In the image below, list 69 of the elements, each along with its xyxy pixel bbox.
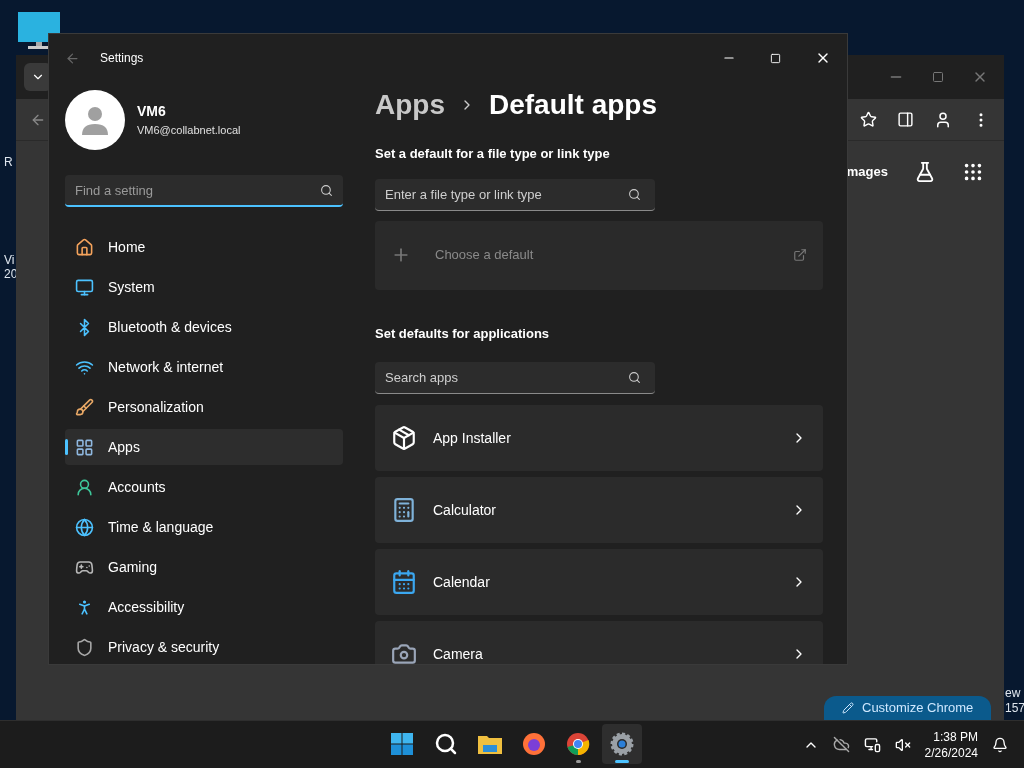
app-row[interactable]: Calculator [375, 477, 823, 543]
calendar-icon [391, 569, 417, 595]
nav-item[interactable]: Accounts [65, 469, 343, 505]
monitor-icon[interactable] [18, 12, 60, 50]
shield-icon [75, 637, 94, 657]
side-panel-icon[interactable] [897, 111, 914, 128]
app-row[interactable]: App Installer [375, 405, 823, 471]
clock-date[interactable]: 2/26/2024 [924, 744, 978, 761]
desktop-label-text: Vi [4, 253, 16, 267]
nav-item[interactable]: Gaming [65, 549, 343, 585]
customize-button[interactable]: Customize Chrome [824, 696, 992, 720]
monitor-icon [75, 277, 94, 297]
link-text[interactable]: mages [846, 162, 888, 182]
bell-icon[interactable] [992, 736, 1008, 753]
browser-globe-icon [522, 732, 546, 756]
section-heading: Set defaults for applications [375, 324, 551, 343]
desktop-label-text: R [4, 155, 14, 169]
star-icon[interactable] [860, 111, 877, 128]
nav-item[interactable]: Privacy & security [65, 629, 343, 664]
nav-item[interactable]: Accessibility [65, 589, 343, 625]
clock-time[interactable]: 1:38 PM [933, 728, 978, 745]
section-heading: Set a default for a file type or link type [375, 145, 611, 163]
apps-icon [75, 437, 94, 457]
nav-item[interactable]: Home [65, 229, 343, 265]
nav-item[interactable]: Time & language [65, 509, 343, 545]
flask-icon[interactable] [914, 161, 936, 183]
choose-default-card[interactable]: Choose a default [375, 220, 823, 290]
user-email: VM6@collabnet.local [137, 123, 241, 139]
choose-default-label: Choose a default [435, 246, 534, 265]
nav-item[interactable]: System [65, 269, 343, 305]
gear-icon [610, 732, 634, 756]
user-name: VM6 [137, 102, 167, 122]
desktop-label-text: ew [1005, 686, 1022, 701]
pencil-icon [842, 702, 854, 714]
search-field[interactable]: Find a setting [65, 175, 343, 207]
package-icon [391, 425, 417, 451]
brush-icon [75, 397, 94, 417]
search-icon [434, 732, 458, 756]
profile-icon[interactable] [934, 110, 952, 129]
search-icon [628, 187, 641, 201]
page-title: Default apps [489, 88, 658, 122]
avatar-icon [65, 90, 125, 150]
calculator-icon [391, 497, 417, 523]
nav-item[interactable]: Apps [65, 429, 343, 465]
window-title: Settings [100, 50, 144, 67]
search-icon [320, 184, 333, 197]
nav-item[interactable]: Bluetooth & devices [65, 309, 343, 345]
desktop-label-text: 157 [1005, 701, 1024, 716]
search-icon [628, 371, 641, 384]
speaker-muted-icon[interactable] [894, 736, 911, 753]
app-row[interactable]: Calendar [375, 549, 823, 615]
cloud-off-icon[interactable] [832, 736, 850, 753]
circle-logo-icon [566, 732, 590, 756]
network-icon[interactable] [863, 736, 881, 753]
taskbar-button[interactable] [602, 724, 642, 764]
folder-icon [477, 733, 503, 755]
person-icon [75, 477, 94, 497]
windows-logo-icon [390, 732, 414, 756]
nav-item[interactable]: Network & internet [65, 349, 343, 385]
app-row[interactable]: Camera [375, 621, 823, 664]
external-link-icon [793, 248, 807, 262]
camera-icon [391, 641, 417, 664]
app-search-field[interactable]: Search apps [375, 362, 655, 394]
breadcrumb-link[interactable]: Apps [375, 84, 445, 126]
home-icon [75, 237, 94, 257]
globe-icon [75, 517, 94, 537]
nav-item[interactable]: Personalization [65, 389, 343, 425]
file-type-search-field[interactable]: Enter a file type or link type [375, 178, 655, 211]
apps-grid-icon[interactable] [962, 161, 984, 183]
